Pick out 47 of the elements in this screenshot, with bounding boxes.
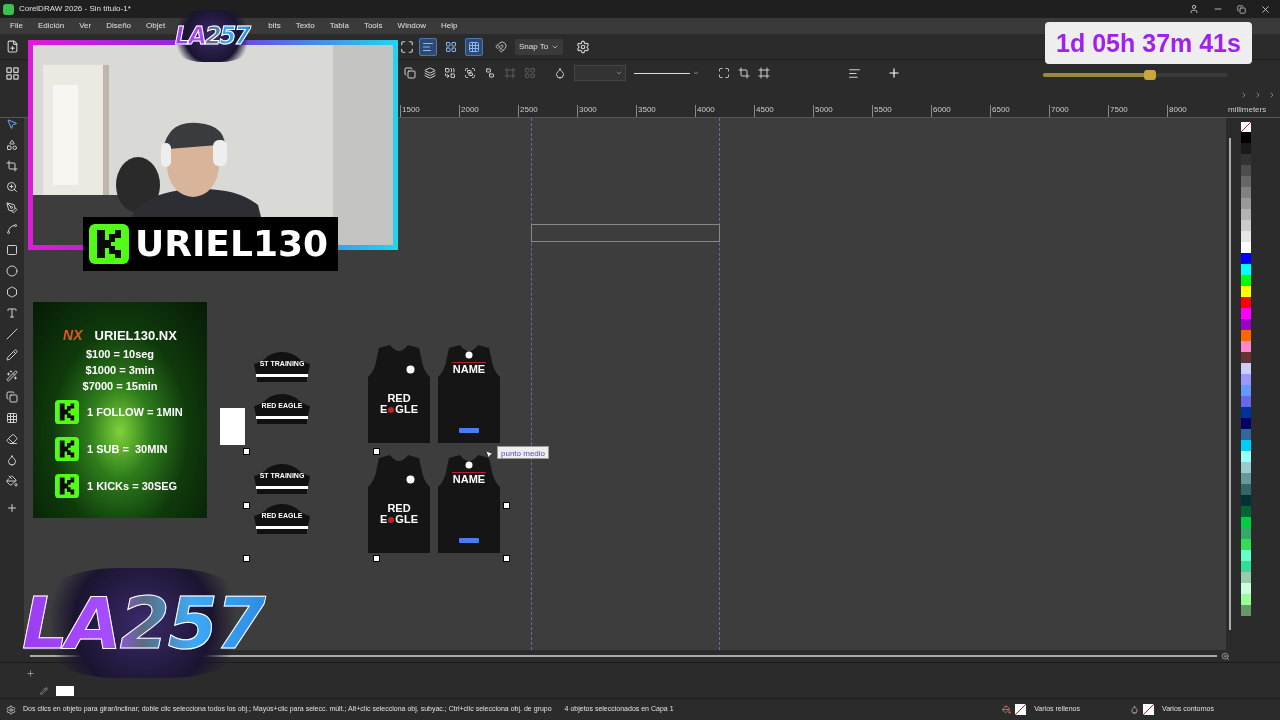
ruler-label: 4500 — [756, 105, 775, 114]
menu-item[interactable]: Tools — [363, 20, 383, 32]
menu-item[interactable]: Ver — [79, 20, 92, 32]
jersey-text: RED — [386, 393, 412, 404]
ruler-label: 5500 — [874, 105, 893, 114]
ruler-label: 8000 — [1169, 105, 1188, 114]
rate-text: 1 SUB = 30MIN — [87, 441, 168, 457]
ruler-label: 3500 — [638, 105, 657, 114]
menu-item[interactable]: Tabla — [329, 20, 349, 32]
menu-item[interactable]: Diseño — [106, 20, 132, 32]
ruler-label: 4000 — [697, 105, 716, 114]
menu-item[interactable]: Help — [441, 20, 458, 32]
ruler-label: 6500 — [992, 105, 1011, 114]
menu-item[interactable]: Texto — [295, 20, 315, 32]
ruler-label: 2500 — [520, 105, 539, 114]
jersey-name: NAME — [451, 473, 487, 485]
jersey-text: E — [380, 404, 388, 415]
panel-title: URIEL130.NX — [94, 326, 177, 345]
ruler-label: 7500 — [1110, 105, 1129, 114]
menu-item[interactable]: Window — [397, 20, 427, 32]
menu-item[interactable]: Objet — [146, 20, 166, 32]
rate-text: $1000 = 3min — [85, 363, 155, 378]
jersey-text: GLE — [395, 404, 418, 415]
jersey-text: RED — [386, 503, 412, 514]
ruler-label: 7000 — [1051, 105, 1070, 114]
menu-item[interactable]: Edición — [37, 20, 65, 32]
rate-text: 1 FOLLOW = 1MIN — [87, 404, 183, 420]
ruler-label: 1500 — [402, 105, 421, 114]
tooltip: punto medio — [497, 446, 550, 459]
jersey-name: NAME — [451, 363, 487, 375]
rate-text: $7000 = 15min — [82, 379, 158, 394]
brand-logo: NX — [63, 326, 83, 345]
snap-dropdown[interactable]: Snap To — [515, 38, 564, 55]
ruler-label: 6000 — [933, 105, 952, 114]
rate-text: 1 KICKs = 30SEG — [87, 478, 178, 494]
jersey-text: E — [380, 514, 388, 525]
streamer-name: URIEL130 — [135, 224, 329, 264]
timer-text: 1d 05h 37m 41s — [1056, 28, 1241, 58]
menu-item[interactable]: File — [10, 20, 23, 32]
ruler-label: 3000 — [579, 105, 598, 114]
jersey-text: GLE — [395, 514, 418, 525]
window-title: CorelDRAW 2026 - Sin título-1* — [19, 3, 131, 15]
rate-text: $100 = 10seg — [85, 347, 155, 362]
ruler-unit: millimeters — [1228, 105, 1267, 114]
menu-item[interactable]: bits — [268, 20, 281, 32]
ruler-label: 5000 — [815, 105, 834, 114]
ruler-label: 2000 — [461, 105, 480, 114]
